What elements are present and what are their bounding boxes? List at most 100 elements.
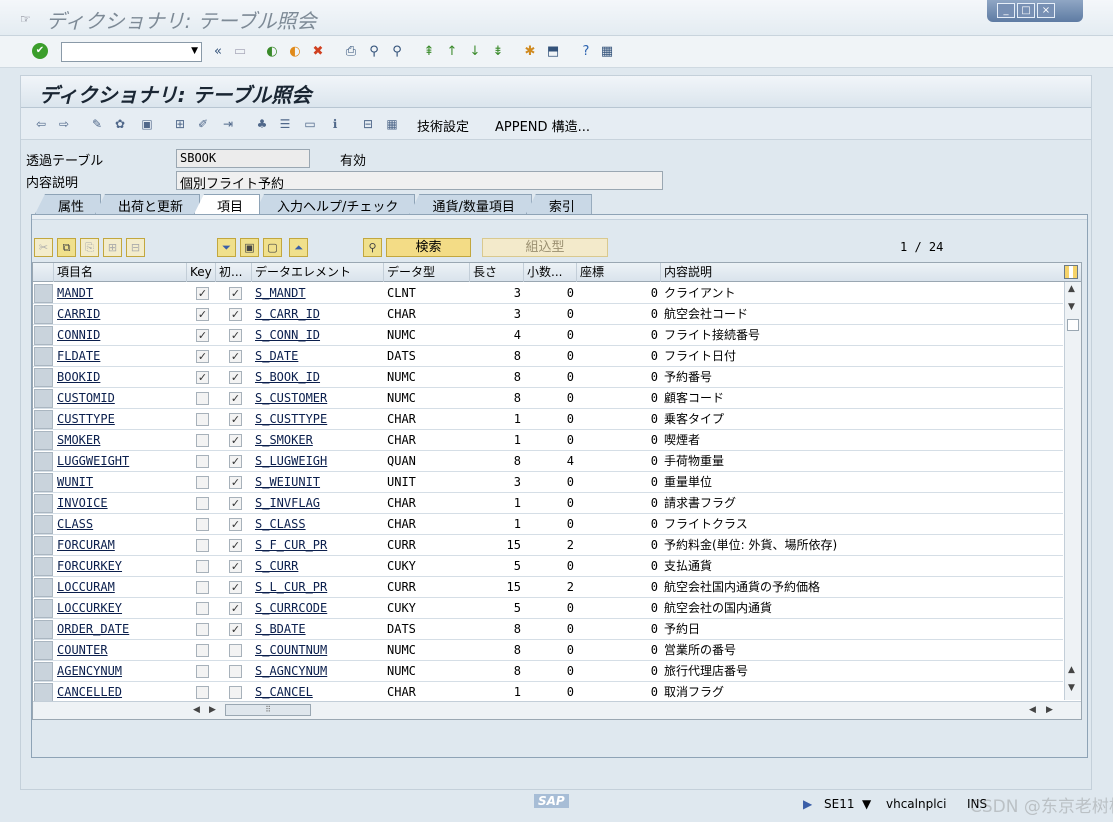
cell-field-name[interactable]: WUNIT — [54, 472, 187, 493]
cell-field-name[interactable]: COUNTER — [54, 640, 187, 661]
column-header-decimals[interactable]: 小数... — [524, 263, 577, 282]
cell-field-name[interactable]: CLASS — [54, 514, 187, 535]
row-selector[interactable] — [34, 389, 53, 408]
table-row[interactable]: CANCELLED S_CANCEL CHAR 1 0 0 取消フラグ — [33, 682, 1063, 703]
cell-data-element[interactable]: S_LUGWEIGH — [252, 451, 384, 472]
table-settings-icon[interactable] — [1064, 265, 1078, 279]
table-row[interactable]: BOOKID S_BOOK_ID NUMC 8 0 0 予約番号 ✓ ✓ — [33, 367, 1063, 388]
cell-field-name[interactable]: CARRID — [54, 304, 187, 325]
table-row[interactable]: ORDER_DATE S_BDATE DATS 8 0 0 予約日 ✓ — [33, 619, 1063, 640]
export-icon[interactable]: ⇥ — [220, 116, 236, 132]
key-checkbox[interactable]: ✓ — [196, 308, 209, 321]
back-icon[interactable]: ◐ — [264, 44, 280, 60]
tab-fields[interactable]: 項目 — [194, 194, 261, 214]
cell-data-element[interactable]: S_CANCEL — [252, 682, 384, 703]
scroll-down-arrow-icon[interactable]: ▼ — [1068, 683, 1075, 693]
shortcut-icon[interactable]: ⬒ — [545, 44, 561, 60]
table-row[interactable]: LOCCURAM S_L_CUR_PR CURR 15 2 0 航空会社国内通貨の予約価格 ✓ — [33, 577, 1063, 598]
tree-icon[interactable]: ♣ — [254, 116, 270, 132]
cell-field-name[interactable]: LOCCURKEY — [54, 598, 187, 619]
scroll-down-icon[interactable]: ⏷ — [217, 238, 236, 257]
table-row[interactable]: LOCCURKEY S_CURRCODE CUKY 5 0 0 航空会社の国内通貨 ✓ — [33, 598, 1063, 619]
cancel-icon[interactable]: ✖ — [310, 44, 326, 60]
key-checkbox[interactable]: ✓ — [196, 287, 209, 300]
table-row[interactable]: FORCURAM S_F_CUR_PR CURR 15 2 0 予約料金(単位: 外貨、場所… — [33, 535, 1063, 556]
column-header-initial[interactable]: 初... — [216, 263, 252, 282]
key-checkbox[interactable] — [196, 602, 209, 615]
predefined-type-button[interactable]: 組込型 — [482, 238, 608, 257]
find-next-icon[interactable]: ⚲ — [389, 44, 405, 60]
row-selector[interactable] — [34, 515, 53, 534]
row-selector[interactable] — [34, 410, 53, 429]
cell-data-element[interactable]: S_AGNCYNUM — [252, 661, 384, 682]
column-header-key[interactable]: Key — [187, 263, 216, 282]
key-checkbox[interactable] — [196, 476, 209, 489]
initial-value-checkbox[interactable]: ✓ — [229, 476, 242, 489]
initial-value-checkbox[interactable] — [229, 665, 242, 678]
key-checkbox[interactable] — [196, 434, 209, 447]
arrow-right-icon[interactable]: ⇨ — [56, 116, 72, 132]
key-checkbox[interactable] — [196, 518, 209, 531]
table-name-field[interactable]: SBOOK — [176, 149, 310, 168]
copy-icon[interactable]: ⧉ — [57, 238, 76, 257]
row-selector[interactable] — [34, 578, 53, 597]
arrow-left-icon[interactable]: ⇦ — [33, 116, 49, 132]
table-row[interactable]: SMOKER S_SMOKER CHAR 1 0 0 喫煙者 ✓ — [33, 430, 1063, 451]
key-checkbox[interactable]: ✓ — [196, 371, 209, 384]
scroll-left-arrow-icon[interactable]: ◀ — [1029, 705, 1036, 715]
cell-data-element[interactable]: S_CARR_ID — [252, 304, 384, 325]
initial-value-checkbox[interactable]: ✓ — [229, 497, 242, 510]
row-selector[interactable] — [34, 452, 53, 471]
previous-page-icon[interactable]: ↑ — [444, 44, 460, 60]
chevron-down-icon[interactable]: ▼ — [862, 797, 871, 811]
column-header-description[interactable]: 内容説明 — [661, 263, 1061, 282]
structure-icon[interactable]: ⊟ — [360, 116, 376, 132]
scroll-up-arrow-icon[interactable]: ▲ — [1068, 665, 1075, 675]
key-checkbox[interactable] — [196, 581, 209, 594]
row-selector[interactable] — [34, 620, 53, 639]
box-icon[interactable]: ▭ — [302, 116, 318, 132]
key-checkbox[interactable]: ✓ — [196, 350, 209, 363]
insert-row-icon[interactable]: ⊞ — [103, 238, 122, 257]
key-checkbox[interactable] — [196, 665, 209, 678]
grid-icon[interactable]: ▦ — [384, 116, 400, 132]
table-row[interactable]: CUSTTYPE S_CUSTTYPE CHAR 1 0 0 乗客タイプ ✓ — [33, 409, 1063, 430]
table-row[interactable]: CONNID S_CONN_ID NUMC 4 0 0 フライト接続番号 ✓ ✓ — [33, 325, 1063, 346]
edit-wand-icon[interactable]: ✐ — [195, 116, 211, 132]
create-session-icon[interactable]: ✱ — [522, 44, 538, 60]
cell-data-element[interactable]: S_DATE — [252, 346, 384, 367]
cell-data-element[interactable]: S_COUNTNUM — [252, 640, 384, 661]
cell-data-element[interactable]: S_CLASS — [252, 514, 384, 535]
activate-icon[interactable]: ✿ — [112, 116, 128, 132]
key-checkbox[interactable] — [196, 644, 209, 657]
initial-value-checkbox[interactable]: ✓ — [229, 392, 242, 405]
initial-value-checkbox[interactable]: ✓ — [229, 539, 242, 552]
technical-settings-button[interactable]: 技術設定 — [417, 116, 469, 135]
column-header-field-name[interactable]: 項目名 — [54, 263, 187, 282]
key-checkbox[interactable] — [196, 623, 209, 636]
next-page-icon[interactable]: ↓ — [467, 44, 483, 60]
cell-data-element[interactable]: S_SMOKER — [252, 430, 384, 451]
cell-data-element[interactable]: S_CURRCODE — [252, 598, 384, 619]
scroll-up-arrow-icon[interactable]: ▲ — [1068, 284, 1075, 294]
scroll-right-arrow-icon[interactable]: ▶ — [209, 705, 216, 715]
cell-field-name[interactable]: SMOKER — [54, 430, 187, 451]
cell-field-name[interactable]: BOOKID — [54, 367, 187, 388]
row-selector[interactable] — [34, 683, 53, 702]
last-page-icon[interactable]: ⇟ — [490, 44, 506, 60]
cell-data-element[interactable]: S_BOOK_ID — [252, 367, 384, 388]
close-icon[interactable]: × — [1037, 3, 1055, 18]
enter-check-icon[interactable]: ✔ — [32, 43, 48, 59]
paste-icon[interactable]: ⎘ — [80, 238, 99, 257]
print-icon[interactable]: ⎙ — [343, 44, 359, 60]
cell-field-name[interactable]: FORCURAM — [54, 535, 187, 556]
append-structure-button[interactable]: APPEND 構造... — [495, 116, 590, 135]
help-icon[interactable]: ? — [578, 44, 594, 60]
table-row[interactable]: MANDT S_MANDT CLNT 3 0 0 クライアント ✓ ✓ — [33, 283, 1063, 304]
table-row[interactable]: WUNIT S_WEIUNIT UNIT 3 0 0 重量単位 ✓ — [33, 472, 1063, 493]
tab-currency[interactable]: 通貨/数量項目 — [409, 194, 532, 214]
table-row[interactable]: INVOICE S_INVFLAG CHAR 1 0 0 請求書フラグ ✓ — [33, 493, 1063, 514]
table-row[interactable]: CARRID S_CARR_ID CHAR 3 0 0 航空会社コード ✓ ✓ — [33, 304, 1063, 325]
cell-field-name[interactable]: INVOICE — [54, 493, 187, 514]
table-row[interactable]: CLASS S_CLASS CHAR 1 0 0 フライトクラス ✓ — [33, 514, 1063, 535]
